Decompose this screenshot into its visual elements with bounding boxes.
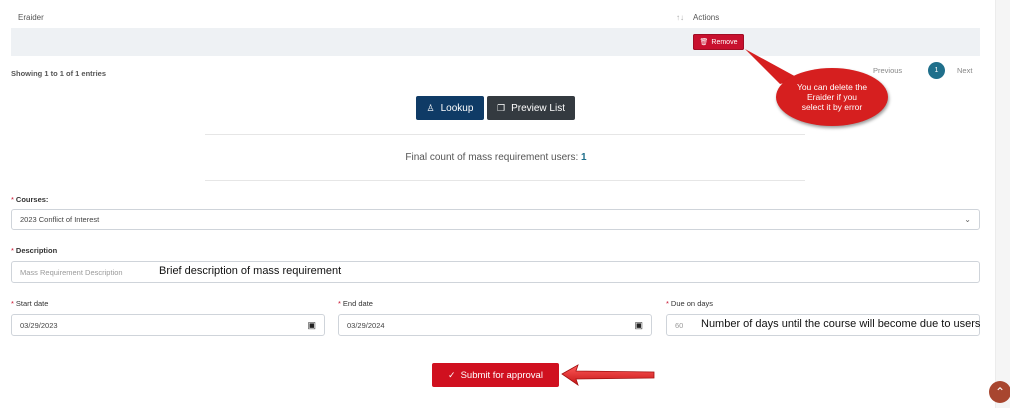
divider — [205, 134, 805, 135]
final-count-value: 1 — [581, 152, 587, 163]
callout-bubble: You can delete the Eraider if you select… — [776, 68, 888, 126]
chevron-up-icon: ⌃ — [994, 385, 1006, 399]
start-date-input[interactable]: 03/29/2023 ▣ — [11, 314, 325, 336]
remove-button[interactable]: 🗑 Remove — [693, 34, 744, 50]
remove-label: Remove — [711, 38, 738, 46]
description-input[interactable]: Mass Requirement Description — [11, 261, 980, 283]
scrollbar[interactable] — [995, 0, 1010, 408]
end-date-input[interactable]: 03/29/2024 ▣ — [338, 314, 652, 336]
arrow-annotation — [561, 364, 655, 386]
preview-list-button[interactable]: ❐ Preview List — [487, 96, 575, 120]
description-label: * Description — [11, 246, 58, 255]
end-date-label: * End date — [338, 299, 373, 308]
courses-value: 2023 Conflict of Interest — [20, 215, 100, 224]
submit-for-approval-button[interactable]: ✓ Submit for approval — [432, 363, 559, 387]
lookup-label: Lookup — [440, 102, 474, 114]
divider — [205, 180, 805, 181]
due-days-value: 60 — [675, 320, 684, 330]
courses-label: * Courses: — [11, 195, 49, 204]
start-date-label: * Start date — [11, 299, 49, 308]
final-count-label: Final count of mass requirement users: — [405, 152, 582, 163]
entries-info: Showing 1 to 1 of 1 entries — [11, 69, 107, 78]
description-placeholder: Mass Requirement Description — [20, 267, 123, 277]
lookup-button[interactable]: ♙ Lookup — [416, 96, 484, 120]
due-days-label: * Due on days — [666, 299, 714, 308]
description-annotation: Brief description of mass requirement — [159, 265, 342, 277]
end-date-value: 03/29/2024 — [347, 320, 385, 330]
pagination-next[interactable]: Next — [957, 66, 972, 75]
calendar-icon: ▣ — [307, 319, 316, 330]
pagination-page-1[interactable]: 1 — [928, 62, 945, 79]
users-icon: ♙ — [426, 102, 435, 113]
column-header-eraider[interactable]: Eraider — [18, 13, 44, 22]
callout-text: You can delete the Eraider if you select… — [796, 82, 868, 112]
calendar-icon: ▣ — [634, 319, 643, 330]
scroll-to-top-button[interactable]: ⌃ — [989, 381, 1010, 403]
check-icon: ✓ — [448, 369, 456, 380]
submit-label: Submit for approval — [460, 369, 543, 381]
sort-icon[interactable]: ↑↓ — [676, 13, 684, 22]
preview-label: Preview List — [511, 102, 565, 114]
trash-icon: 🗑 — [699, 39, 709, 46]
start-date-value: 03/29/2023 — [20, 320, 58, 330]
final-count: Final count of mass requirement users: 1 — [0, 152, 992, 163]
chevron-down-icon: ⌄ — [964, 215, 971, 224]
courses-select[interactable]: 2023 Conflict of Interest ⌄ — [11, 209, 980, 230]
due-days-annotation: Number of days until the course will bec… — [701, 318, 981, 330]
column-header-actions: Actions — [693, 13, 720, 22]
copy-icon: ❐ — [497, 102, 506, 113]
